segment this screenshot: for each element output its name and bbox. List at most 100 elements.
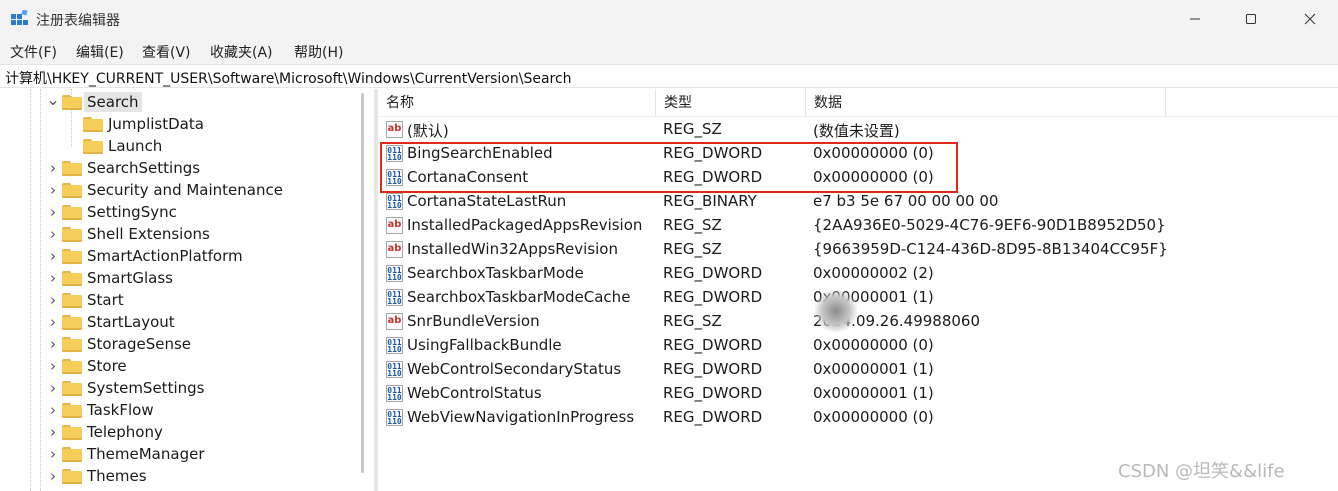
- value-type: REG_DWORD: [663, 288, 763, 306]
- tree-scrollbar-thumb[interactable]: [361, 93, 364, 473]
- string-value-icon: ab: [386, 217, 403, 234]
- value-name: SearchboxTaskbarModeCache: [407, 288, 631, 306]
- tree-item[interactable]: JumplistData: [0, 113, 354, 135]
- tree-item-label: StartLayout: [87, 313, 175, 331]
- value-row[interactable]: 011 110 WebControlSecondaryStatus REG_DWOR…: [378, 358, 1338, 382]
- column-header-data[interactable]: 数据: [806, 89, 1166, 117]
- menu-favorites[interactable]: 收藏夹(A): [210, 42, 273, 62]
- value-name: WebViewNavigationInProgress: [407, 408, 635, 426]
- tree-item[interactable]: › SmartActionPlatform: [0, 245, 354, 267]
- value-data: 0x00000002 (2): [813, 264, 934, 282]
- column-header-name[interactable]: 名称: [378, 89, 656, 117]
- window-title: 注册表编辑器: [36, 13, 120, 29]
- tree-item[interactable]: Launch: [0, 135, 354, 157]
- tree-item[interactable]: › SmartGlass: [0, 267, 354, 289]
- tree-item-label: Store: [87, 357, 127, 375]
- tree-item[interactable]: › SystemSettings: [0, 377, 354, 399]
- tree-item-label: Start: [87, 291, 124, 309]
- chevron-right-icon[interactable]: ›: [48, 377, 58, 399]
- value-row[interactable]: 011 110 UsingFallbackBundle REG_DWORD 0x000…: [378, 334, 1338, 358]
- value-data: 0x00000001 (1): [813, 384, 934, 402]
- value-row[interactable]: 011 110 WebControlStatus REG_DWORD 0x000000…: [378, 382, 1338, 406]
- close-icon: [1304, 13, 1316, 25]
- menu-help[interactable]: 帮助(H): [294, 42, 343, 62]
- tree-item[interactable]: › Start: [0, 289, 354, 311]
- value-row[interactable]: 011 110 CortanaStateLastRun REG_BINARY e7 b…: [378, 190, 1338, 214]
- chevron-right-icon[interactable]: ›: [48, 289, 58, 311]
- value-row[interactable]: 011 110 WebViewNavigationInProgress REG_DW…: [378, 406, 1338, 430]
- address-path[interactable]: 计算机\HKEY_CURRENT_USER\Software\Microsoft…: [5, 68, 572, 88]
- tree-item[interactable]: › StartLayout: [0, 311, 354, 333]
- tree-item[interactable]: ⌄ Search: [0, 89, 354, 113]
- chevron-right-icon[interactable]: ›: [48, 201, 58, 223]
- value-data: {2AA936E0-5029-4C76-9EF6-90D1B8952D50}: [813, 216, 1166, 234]
- binary-value-icon: 011 110: [386, 289, 403, 306]
- value-row[interactable]: 011 110 SearchboxTaskbarMode REG_DWORD 0x00…: [378, 262, 1338, 286]
- value-row[interactable]: ab SnrBundleVersion REG_SZ 2024.09.26.49988…: [378, 310, 1338, 334]
- address-bar[interactable]: 计算机\HKEY_CURRENT_USER\Software\Microsoft…: [0, 64, 1338, 88]
- maximize-button[interactable]: [1223, 0, 1279, 38]
- chevron-right-icon[interactable]: ›: [48, 421, 58, 443]
- folder-icon: [62, 315, 82, 330]
- tree-item[interactable]: › Store: [0, 355, 354, 377]
- chevron-right-icon[interactable]: ›: [48, 355, 58, 377]
- value-row[interactable]: 011 110 SearchboxTaskbarModeCache REG_DWOR…: [378, 286, 1338, 310]
- column-header-type[interactable]: 类型: [656, 89, 806, 117]
- chevron-right-icon[interactable]: ›: [48, 267, 58, 289]
- chevron-right-icon[interactable]: ›: [48, 399, 58, 421]
- registry-editor-icon: [11, 10, 28, 25]
- chevron-right-icon[interactable]: ›: [48, 245, 58, 267]
- value-data: (数值未设置): [813, 122, 900, 140]
- tree-scrollbar[interactable]: [354, 89, 371, 491]
- column-header-row: 名称 类型 数据: [378, 89, 1338, 117]
- chevron-right-icon[interactable]: ›: [48, 443, 58, 465]
- folder-icon: [62, 359, 82, 374]
- tree-item[interactable]: › TaskFlow: [0, 399, 354, 421]
- binary-value-icon: 011 110: [386, 337, 403, 354]
- menu-edit[interactable]: 编辑(E): [76, 42, 124, 62]
- chevron-right-icon[interactable]: ›: [48, 179, 58, 201]
- tree-item[interactable]: › StorageSense: [0, 333, 354, 355]
- value-name: SnrBundleVersion: [407, 312, 540, 330]
- value-data: 0x00000000 (0): [813, 336, 934, 354]
- tree-item-label: SearchSettings: [87, 159, 201, 177]
- menu-view[interactable]: 查看(V): [142, 42, 191, 62]
- chevron-right-icon[interactable]: ›: [48, 333, 58, 355]
- minimize-button[interactable]: [1167, 0, 1223, 38]
- highlight-annotation-box: [380, 142, 958, 193]
- value-row[interactable]: ab (默认) REG_SZ (数值未设置): [378, 118, 1338, 142]
- folder-icon: [62, 403, 82, 418]
- chevron-right-icon[interactable]: ›: [48, 223, 58, 245]
- binary-value-icon: 011 110: [386, 409, 403, 426]
- chevron-right-icon[interactable]: ›: [48, 311, 58, 333]
- tree-item[interactable]: › ThemeManager: [0, 443, 354, 465]
- tree-item-label: SystemSettings: [87, 379, 205, 397]
- value-name: WebControlSecondaryStatus: [407, 360, 622, 378]
- tree-item[interactable]: › Themes: [0, 465, 354, 487]
- maximize-icon: [1246, 14, 1256, 24]
- tree-item[interactable]: › Shell Extensions: [0, 223, 354, 245]
- value-row[interactable]: ab InstalledWin32AppsRevision REG_SZ {96639…: [378, 238, 1338, 262]
- value-data: e7 b3 5e 67 00 00 00 00: [813, 192, 999, 210]
- tree-item[interactable]: › Security and Maintenance: [0, 179, 354, 201]
- folder-icon: [62, 183, 82, 198]
- close-button[interactable]: [1282, 0, 1338, 38]
- key-tree[interactable]: ⌄ Search JumplistData Launch › SearchSettings…: [0, 89, 354, 491]
- menu-file[interactable]: 文件(F): [10, 42, 57, 62]
- value-data: {9663959D-C124-436D-8D95-8B13404CC95F}: [813, 240, 1168, 258]
- value-data: 0x00000000 (0): [813, 408, 934, 426]
- value-name: (默认): [407, 122, 449, 140]
- folder-icon: [62, 271, 82, 286]
- tree-item[interactable]: › SearchSettings: [0, 157, 354, 179]
- tree-item[interactable]: › Telephony: [0, 421, 354, 443]
- value-row[interactable]: ab InstalledPackagedAppsRevision REG_SZ {2A…: [378, 214, 1338, 238]
- menu-bar: 文件(F) 编辑(E) 查看(V) 收藏夹(A) 帮助(H): [0, 38, 1338, 64]
- tree-item-label: Shell Extensions: [87, 225, 210, 243]
- folder-icon: [62, 293, 82, 308]
- tree-item[interactable]: › SettingSync: [0, 201, 354, 223]
- chevron-down-icon[interactable]: ⌄: [46, 89, 59, 110]
- value-type: REG_DWORD: [663, 360, 763, 378]
- value-data: 0x00000001 (1): [813, 360, 934, 378]
- chevron-right-icon[interactable]: ›: [48, 157, 58, 179]
- chevron-right-icon[interactable]: ›: [48, 465, 58, 487]
